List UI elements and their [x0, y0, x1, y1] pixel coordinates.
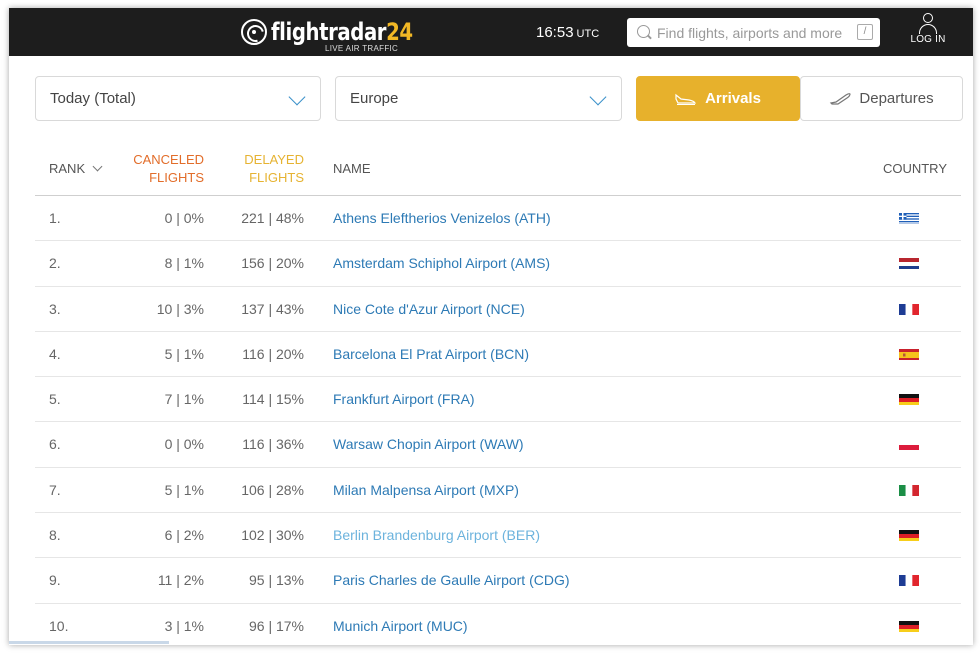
canceled-flights-cell: 5 | 1%: [164, 345, 204, 362]
airport-name-link[interactable]: Barcelona El Prat Airport (BCN): [333, 346, 529, 362]
period-select[interactable]: Today (Total): [35, 76, 321, 121]
delayed-flights-cell: 116 | 36%: [242, 436, 304, 453]
search-box[interactable]: /: [627, 18, 880, 47]
clock-zone: UTC: [576, 28, 600, 40]
greece-flag-icon: [899, 212, 919, 224]
airport-name-link[interactable]: Nice Cote d'Azur Airport (NCE): [333, 301, 525, 317]
airport-name-link[interactable]: Paris Charles de Gaulle Airport (CDG): [333, 572, 570, 588]
departures-tab[interactable]: Departures: [800, 76, 963, 121]
canceled-flights-cell: 10 | 3%: [156, 300, 204, 317]
airport-name-link[interactable]: Berlin Brandenburg Airport (BER): [333, 527, 540, 543]
rank-cell: 6.: [49, 436, 61, 453]
france-flag-icon: [899, 574, 919, 587]
airport-name-link[interactable]: Athens Eleftherios Venizelos (ATH): [333, 210, 551, 226]
country-column-header: COUNTRY: [882, 161, 947, 176]
utc-clock: 16:53 UTC: [536, 24, 599, 41]
rank-cell: 1.: [49, 210, 61, 226]
canceled-flights-cell: 0 | 0%: [164, 210, 204, 226]
delayed-flights-cell: 96 | 17%: [248, 617, 304, 634]
login-button[interactable]: LOG IN: [909, 13, 947, 45]
search-input[interactable]: [657, 22, 847, 43]
radar-logo-icon: [241, 19, 267, 45]
table-row[interactable]: 2. 8 | 1% 156 | 20% Amsterdam Schiphol Airp…: [35, 241, 961, 287]
delayed-flights-cell: 106 | 28%: [241, 481, 304, 498]
canceled-flights-cell: 8 | 1%: [164, 255, 204, 272]
region-select-value: Europe: [350, 90, 399, 107]
airport-delays-table: RANK CANCELED FLIGHTS DELAYED FLIGHTS NAME…: [35, 141, 961, 645]
germany-flag-icon: [899, 529, 919, 542]
table-header: RANK CANCELED FLIGHTS DELAYED FLIGHTS NAME…: [35, 141, 961, 196]
period-select-value: Today (Total): [50, 90, 136, 107]
logo-tagline: LIVE AIR TRAFFIC: [325, 44, 399, 53]
delayed-flights-cell: 221 | 48%: [241, 210, 304, 226]
user-icon: [918, 13, 938, 35]
chevron-down-icon: [288, 88, 306, 106]
search-icon: [637, 25, 650, 38]
rank-cell: 7.: [49, 481, 61, 498]
table-row[interactable]: 6. 0 | 0% 116 | 36% Warsaw Chopin Airport (…: [35, 422, 961, 468]
rank-cell: 5.: [49, 391, 61, 408]
table-row[interactable]: 1. 0 | 0% 221 | 48% Athens Eleftherios Veni…: [35, 196, 961, 242]
delayed-flights-cell: 95 | 13%: [248, 572, 304, 589]
table-row[interactable]: 4. 5 | 1% 116 | 20% Barcelona El Prat Airpo…: [35, 332, 961, 378]
table-row[interactable]: 10. 3 | 1% 96 | 17% Munich Airport (MUC): [35, 604, 961, 645]
table-row[interactable]: 3. 10 | 3% 137 | 43% Nice Cote d'Azur Airpo…: [35, 287, 961, 332]
horizontal-scrollbar[interactable]: [9, 641, 169, 644]
departures-label: Departures: [859, 90, 934, 107]
italy-flag-icon: [899, 484, 919, 496]
delayed-flights-cell: 114 | 15%: [242, 391, 304, 408]
login-label: LOG IN: [910, 34, 946, 45]
airport-name-link[interactable]: Warsaw Chopin Airport (WAW): [333, 436, 524, 452]
chevron-down-icon: [589, 88, 607, 106]
poland-flag-icon: [899, 438, 919, 451]
clock-time: 16:53: [536, 24, 574, 41]
table-row[interactable]: 9. 11 | 2% 95 | 13% Paris Charles de Gaulle…: [35, 558, 961, 604]
canceled-flights-cell: 0 | 0%: [164, 436, 204, 453]
delayed-flights-cell: 137 | 43%: [241, 300, 304, 317]
flightradar24-logo[interactable]: flightradar24 LIVE AIR TRAFFIC: [241, 14, 444, 53]
plane-takeoff-icon: [829, 92, 851, 105]
keyboard-shortcut-hint: /: [857, 24, 873, 40]
app-frame: flightradar24 LIVE AIR TRAFFIC 16:53 UTC …: [9, 8, 973, 645]
spain-flag-icon: [899, 348, 919, 360]
rank-cell: 10.: [49, 617, 69, 634]
canceled-flights-cell: 5 | 1%: [164, 481, 204, 498]
top-navigation-bar: flightradar24 LIVE AIR TRAFFIC 16:53 UTC …: [9, 8, 973, 56]
rank-cell: 2.: [49, 255, 61, 272]
germany-flag-icon: [899, 393, 919, 406]
arrivals-label: Arrivals: [705, 90, 761, 107]
table-row[interactable]: 5. 7 | 1% 114 | 15% Frankfurt Airport (FRA): [35, 377, 961, 423]
germany-flag-icon: [899, 620, 919, 632]
rank-cell: 3.: [49, 300, 61, 317]
plane-landing-icon: [675, 93, 697, 105]
airport-name-link[interactable]: Munich Airport (MUC): [333, 618, 468, 634]
sort-chevron-icon: [92, 161, 103, 172]
table-row[interactable]: 7. 5 | 1% 106 | 28% Milan Malpensa Airport …: [35, 468, 961, 514]
canceled-flights-cell: 7 | 1%: [164, 391, 204, 408]
netherlands-flag-icon: [899, 257, 919, 270]
rank-cell: 4.: [49, 345, 61, 362]
arrivals-tab[interactable]: Arrivals: [636, 76, 800, 121]
table-body: 1. 0 | 0% 221 | 48% Athens Eleftherios Veni…: [35, 196, 961, 645]
delayed-flights-cell: 116 | 20%: [242, 345, 304, 362]
rank-column-header[interactable]: RANK: [49, 160, 103, 178]
airport-name-link[interactable]: Amsterdam Schiphol Airport (AMS): [333, 255, 550, 271]
canceled-flights-cell: 3 | 1%: [164, 617, 204, 634]
logo-wordmark: flightradar24: [271, 18, 413, 46]
delayed-flights-cell: 156 | 20%: [241, 255, 304, 272]
name-column-header: NAME: [333, 161, 371, 176]
rank-cell: 9.: [49, 572, 61, 589]
delayed-flights-cell: 102 | 30%: [241, 527, 304, 544]
france-flag-icon: [899, 303, 919, 315]
region-select[interactable]: Europe: [335, 76, 622, 121]
canceled-flights-header[interactable]: CANCELED FLIGHTS: [118, 151, 204, 187]
delayed-flights-header[interactable]: DELAYED FLIGHTS: [218, 151, 304, 187]
airport-name-link[interactable]: Milan Malpensa Airport (MXP): [333, 482, 519, 498]
canceled-flights-cell: 6 | 2%: [164, 527, 204, 544]
rank-cell: 8.: [49, 527, 61, 544]
airport-name-link[interactable]: Frankfurt Airport (FRA): [333, 391, 475, 407]
canceled-flights-cell: 11 | 2%: [157, 572, 204, 589]
table-row[interactable]: 8. 6 | 2% 102 | 30% Berlin Brandenburg Airp…: [35, 513, 961, 559]
